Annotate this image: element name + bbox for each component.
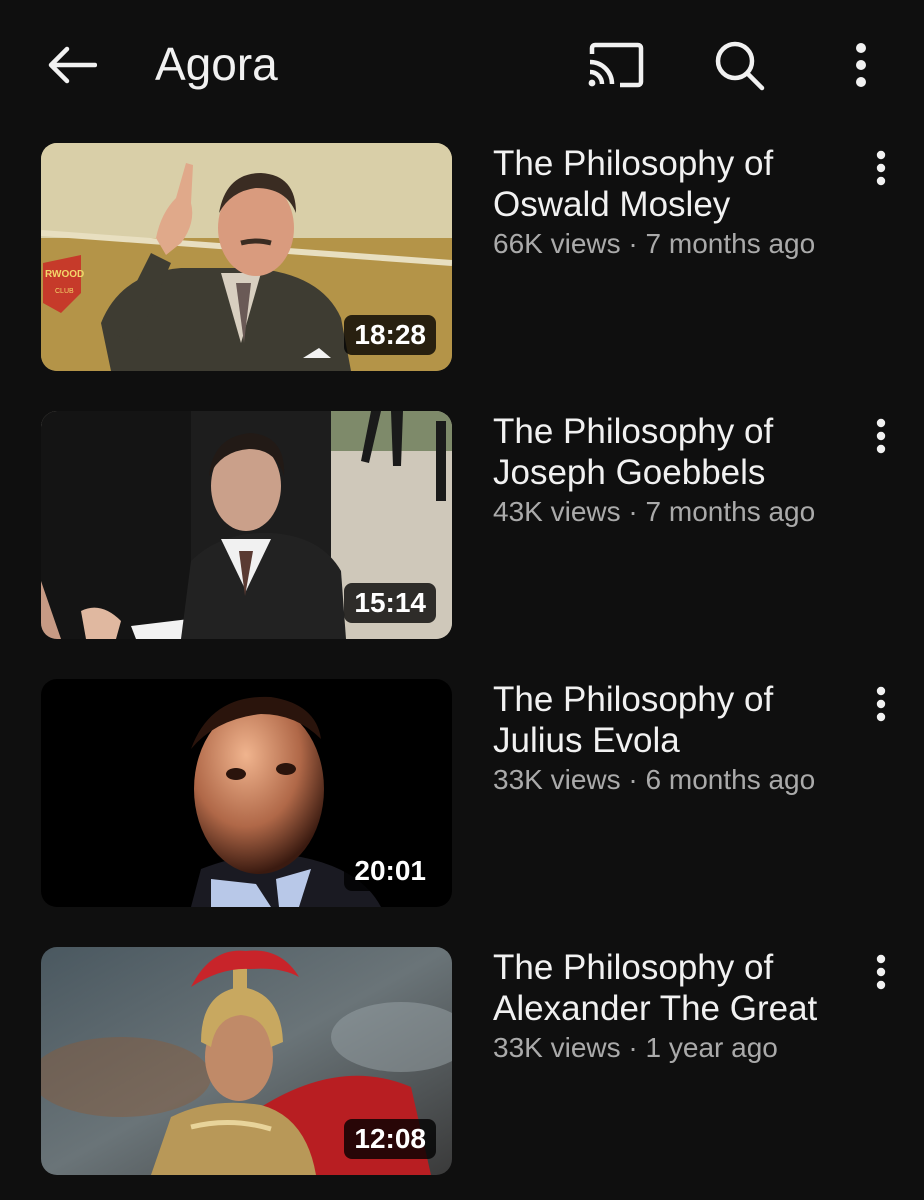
more-vertical-icon [876, 150, 886, 186]
video-duration: 18:28 [344, 315, 436, 355]
video-more-button[interactable] [858, 949, 904, 995]
video-stats: 66K views · 7 months ago [493, 227, 853, 261]
video-title-line1: The Philosophy of [493, 680, 774, 719]
top-app-bar: Agora [0, 0, 924, 128]
more-vertical-icon [876, 686, 886, 722]
view-count: 43K views [493, 496, 621, 527]
video-duration: 12:08 [344, 1119, 436, 1159]
video-metadata: The Philosophy of Alexander The Great 33… [493, 947, 853, 1065]
back-button[interactable] [36, 30, 106, 100]
video-title[interactable]: The Philosophy of Julius Evola [493, 679, 853, 761]
video-metadata: The Philosophy of Julius Evola 33K views… [493, 679, 853, 797]
video-title-line2: Oswald Mosley [493, 185, 731, 224]
upload-age: 7 months ago [645, 228, 816, 259]
upload-age: 7 months ago [645, 496, 816, 527]
video-title-line2: Julius Evola [493, 721, 680, 760]
view-count: 33K views [493, 1032, 621, 1063]
video-item[interactable]: 20:01 The Philosophy of Julius Evola 33K… [0, 679, 924, 907]
stats-separator: · [628, 228, 638, 259]
thumbnail-badge-text: RWOOD [45, 269, 84, 280]
video-stats: 33K views · 1 year ago [493, 1031, 853, 1065]
video-title-line2: Alexander The Great [493, 989, 818, 1028]
search-button[interactable] [704, 30, 774, 100]
video-duration: 15:14 [344, 583, 436, 623]
upload-age: 1 year ago [645, 1032, 778, 1063]
video-stats: 33K views · 6 months ago [493, 763, 853, 797]
video-thumbnail[interactable]: RWOOD CLUB 18:28 [41, 143, 452, 371]
page-title: Agora [155, 38, 278, 90]
video-more-button[interactable] [858, 145, 904, 191]
upload-age: 6 months ago [645, 764, 816, 795]
video-thumbnail[interactable]: 15:14 [41, 411, 452, 639]
search-icon [715, 41, 765, 91]
video-title-line1: The Philosophy of [493, 948, 774, 987]
video-title[interactable]: The Philosophy of Joseph Goebbels [493, 411, 853, 493]
video-stats: 43K views · 7 months ago [493, 495, 853, 529]
stats-separator: · [628, 496, 638, 527]
cast-button[interactable] [580, 30, 650, 100]
video-more-button[interactable] [858, 681, 904, 727]
stats-separator: · [628, 764, 638, 795]
cast-icon [588, 42, 644, 88]
video-thumbnail[interactable]: 20:01 [41, 679, 452, 907]
video-metadata: The Philosophy of Oswald Mosley 66K view… [493, 143, 853, 261]
video-item[interactable]: RWOOD CLUB 18:28 The Philosophy of Oswal… [0, 143, 924, 371]
video-title-line1: The Philosophy of [493, 412, 774, 451]
video-metadata: The Philosophy of Joseph Goebbels 43K vi… [493, 411, 853, 529]
more-options-button[interactable] [826, 30, 896, 100]
video-item[interactable]: 15:14 The Philosophy of Joseph Goebbels … [0, 411, 924, 639]
video-item[interactable]: 12:08 The Philosophy of Alexander The Gr… [0, 947, 924, 1175]
more-vertical-icon [876, 954, 886, 990]
view-count: 66K views [493, 228, 621, 259]
more-vertical-icon [876, 418, 886, 454]
video-title-line1: The Philosophy of [493, 144, 774, 183]
back-arrow-icon [48, 46, 97, 84]
thumbnail-badge-subtext: CLUB [55, 288, 74, 295]
video-title[interactable]: The Philosophy of Alexander The Great [493, 947, 853, 1029]
video-title[interactable]: The Philosophy of Oswald Mosley [493, 143, 853, 225]
video-title-line2: Joseph Goebbels [493, 453, 766, 492]
video-thumbnail[interactable]: 12:08 [41, 947, 452, 1175]
video-duration: 20:01 [344, 851, 436, 891]
video-more-button[interactable] [858, 413, 904, 459]
stats-separator: · [628, 1032, 638, 1063]
more-vertical-icon [856, 43, 866, 87]
view-count: 33K views [493, 764, 621, 795]
